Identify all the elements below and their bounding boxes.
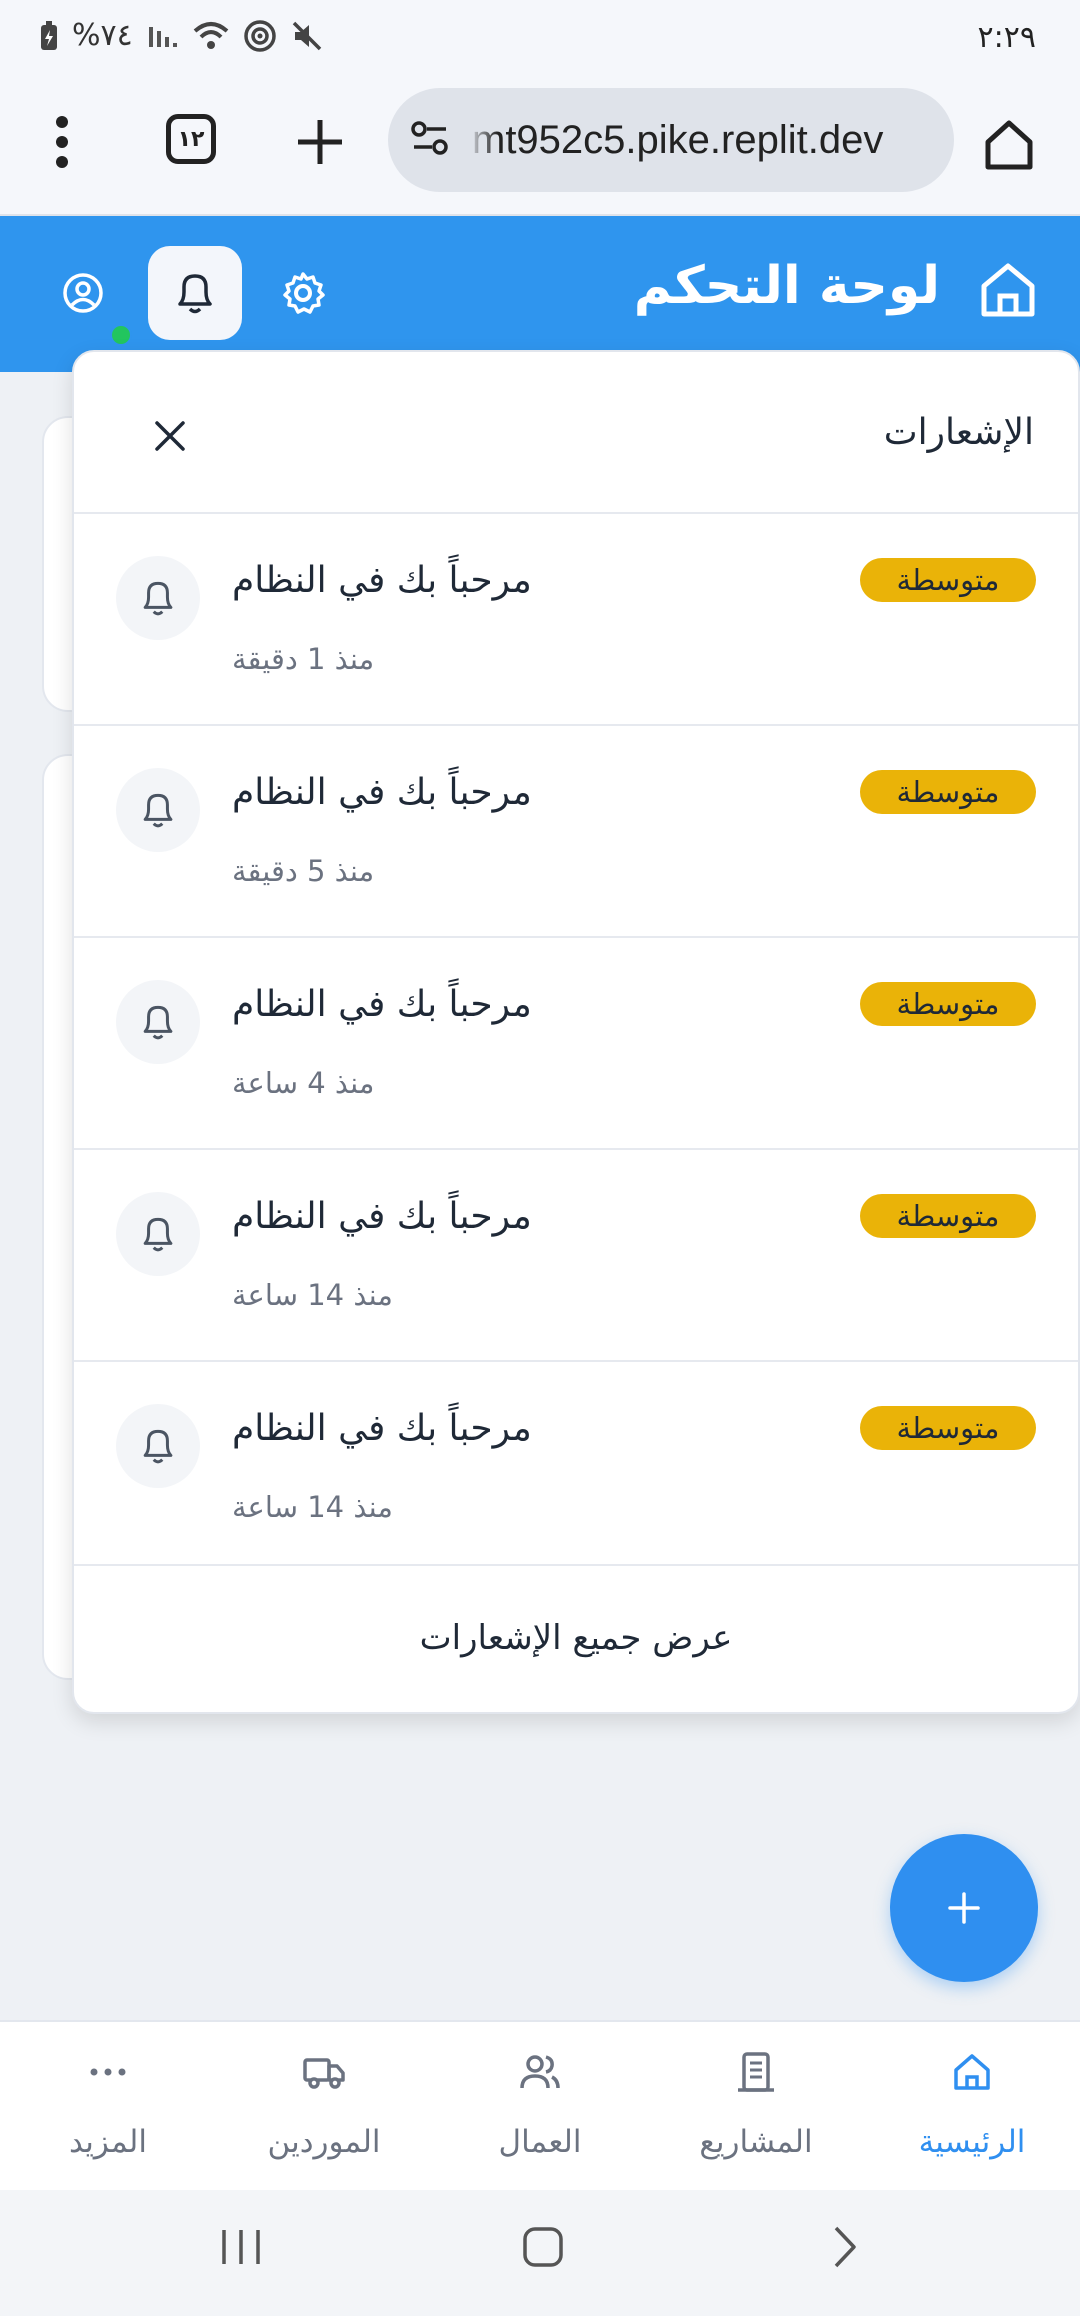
notifications-panel-header: الإشعارات <box>74 352 1078 514</box>
nav-label: المزيد <box>69 2124 147 2160</box>
signal-icon <box>148 26 177 47</box>
notification-title: مرحباً بك في النظام <box>232 984 532 1025</box>
priority-badge: متوسطة <box>860 1406 1036 1450</box>
users-icon <box>520 2055 560 2089</box>
notifications-button[interactable] <box>148 246 242 340</box>
page-title: لوحة التحكم <box>633 256 940 316</box>
priority-badge: متوسطة <box>860 982 1036 1026</box>
projects-icon <box>738 2052 774 2092</box>
bottom-navigation: الرئيسية المشاريع العمال الموردين المزيد <box>0 2020 1080 2190</box>
truck-icon <box>303 2058 345 2089</box>
home-icon <box>954 2054 990 2090</box>
battery-percent: %٧٤ <box>72 18 133 53</box>
notification-bell-icon <box>116 980 200 1064</box>
view-all-notifications-button[interactable]: عرض جميع الإشعارات <box>74 1564 1078 1712</box>
url-fade <box>468 88 498 192</box>
status-icons: %٧٤ <box>40 18 323 53</box>
nav-item-suppliers[interactable]: الموردين <box>216 2022 432 2192</box>
browser-toolbar: ١٢ mt952c5.pike.replit.dev <box>0 84 1080 216</box>
notification-item[interactable]: مرحباً بك في النظام منذ 1 دقيقة متوسطة <box>74 514 1078 726</box>
notification-item[interactable]: مرحباً بك في النظام منذ 5 دقيقة متوسطة <box>74 726 1078 938</box>
nav-label: العمال <box>498 2124 582 2160</box>
notifications-panel-title: الإشعارات <box>883 412 1034 453</box>
hotspot-icon <box>244 19 276 52</box>
notification-time: منذ 5 دقيقة <box>232 854 375 888</box>
recent-apps-icon[interactable] <box>216 2222 266 2272</box>
online-status-dot <box>110 324 132 346</box>
bell-icon <box>178 274 212 314</box>
wifi-icon <box>193 21 229 49</box>
notification-title: مرحباً بك في النظام <box>232 560 532 601</box>
priority-badge: متوسطة <box>860 1194 1036 1238</box>
notification-title: مرحباً بك في النظام <box>232 1196 532 1237</box>
status-time: ٢:٢٩ <box>977 20 1036 55</box>
settings-gear-icon[interactable] <box>280 270 326 316</box>
user-profile-icon[interactable] <box>62 272 104 314</box>
notification-bell-icon <box>116 1404 200 1488</box>
priority-badge: متوسطة <box>860 558 1036 602</box>
back-icon[interactable] <box>820 2222 870 2272</box>
more-icon <box>90 2068 126 2076</box>
url-text: mt952c5.pike.replit.dev <box>472 118 884 162</box>
view-all-label: عرض جميع الإشعارات <box>419 1618 733 1658</box>
home-button-icon[interactable] <box>518 2222 568 2272</box>
nav-item-more[interactable]: المزيد <box>0 2022 216 2192</box>
notification-time: منذ 14 ساعة <box>232 1490 393 1524</box>
system-navigation-bar <box>0 2190 1080 2316</box>
nav-label: الموردين <box>267 2124 381 2160</box>
battery-icon <box>41 20 57 50</box>
site-settings-icon[interactable] <box>410 118 450 158</box>
nav-item-home[interactable]: الرئيسية <box>864 2022 1080 2192</box>
priority-badge: متوسطة <box>860 770 1036 814</box>
notification-title: مرحباً بك في النظام <box>232 772 532 813</box>
notification-time: منذ 1 دقيقة <box>232 642 375 676</box>
home-icon <box>985 120 1033 170</box>
nav-item-projects[interactable]: المشاريع <box>648 2022 864 2192</box>
status-bar: %٧٤ ٢:٢٩ <box>0 0 1080 84</box>
tab-count: ١٢ <box>177 126 205 152</box>
new-tab-icon[interactable] <box>290 112 350 172</box>
nav-label: المشاريع <box>699 2124 813 2160</box>
notification-bell-icon <box>116 768 200 852</box>
notification-bell-icon <box>116 1192 200 1276</box>
browser-menu-icon[interactable] <box>50 112 74 172</box>
notifications-panel: الإشعارات مرحباً بك في النظام منذ 1 دقيق… <box>72 350 1080 1714</box>
add-fab-button[interactable] <box>890 1834 1038 1982</box>
nav-label: الرئيسية <box>918 2124 1026 2160</box>
close-icon[interactable] <box>152 418 188 454</box>
notification-title: مرحباً بك في النظام <box>232 1408 532 1449</box>
address-bar[interactable]: mt952c5.pike.replit.dev <box>388 88 954 192</box>
notification-item[interactable]: مرحباً بك في النظام منذ 4 ساعة متوسطة <box>74 938 1078 1150</box>
tab-switcher-button[interactable]: ١٢ <box>166 114 216 164</box>
app-header: لوحة التحكم <box>0 216 1080 372</box>
notification-item[interactable]: مرحباً بك في النظام منذ 14 ساعة متوسطة <box>74 1362 1078 1566</box>
mute-icon <box>292 21 321 50</box>
notification-bell-icon <box>116 556 200 640</box>
dashboard-home-icon <box>981 263 1035 317</box>
nav-item-workers[interactable]: العمال <box>432 2022 648 2192</box>
notification-time: منذ 4 ساعة <box>232 1066 375 1100</box>
notification-time: منذ 14 ساعة <box>232 1278 393 1312</box>
browser-home-button[interactable] <box>974 110 1044 180</box>
notification-item[interactable]: مرحباً بك في النظام منذ 14 ساعة متوسطة <box>74 1150 1078 1362</box>
plus-icon <box>948 1892 980 1924</box>
